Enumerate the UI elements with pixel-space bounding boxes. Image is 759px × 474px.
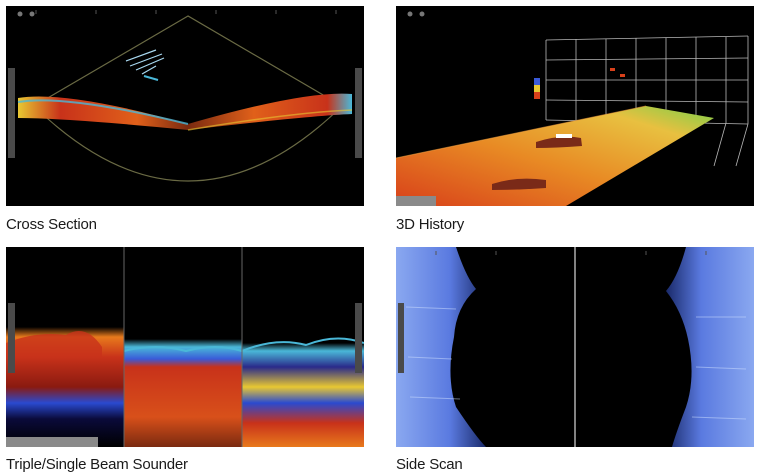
triple-single-beam-sounder-screen xyxy=(6,247,364,447)
3d-history-caption: 3D History xyxy=(396,216,465,233)
triple-single-beam-sounder-caption: Triple/Single Beam Sounder xyxy=(6,456,188,473)
cross-section-screen xyxy=(6,6,364,206)
3d-history-view xyxy=(396,11,749,206)
side-scan-view xyxy=(396,247,754,447)
3d-history-screen xyxy=(396,6,754,206)
cross-section-caption: Cross Section xyxy=(6,216,97,233)
side-scan-screen xyxy=(396,247,754,447)
triple-beam-echogram-view xyxy=(6,247,364,447)
cross-section-sonar-view xyxy=(8,10,362,182)
side-scan-caption: Side Scan xyxy=(396,456,463,473)
